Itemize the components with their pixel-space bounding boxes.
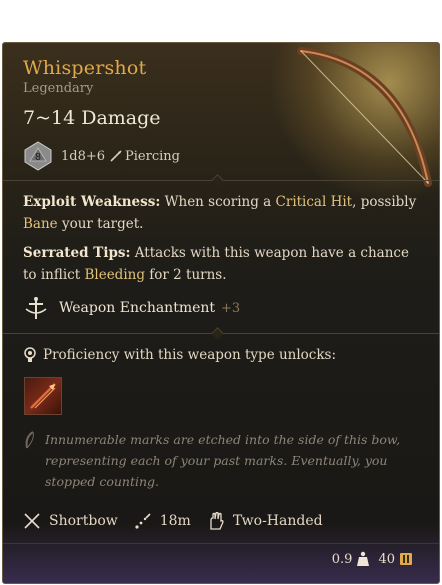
weight-icon: [357, 551, 370, 566]
divider: [3, 174, 439, 187]
exploit-weakness-label: Exploit Weakness:: [23, 194, 161, 210]
enchantment-icon: [25, 297, 47, 319]
gold-icon: [400, 553, 412, 565]
item-name: Whispershot: [23, 57, 147, 79]
weapon-enchantment-row: Weapon Enchantment +3: [23, 295, 240, 321]
proficiency-label: Proficiency with this weapon type unlock…: [43, 347, 337, 363]
item-rarity: Legendary: [23, 81, 94, 96]
two-handed-icon: [210, 512, 224, 530]
weapon-properties-row: Shortbow 18m Two-Handed: [23, 508, 323, 534]
enchantment-value: +3: [221, 300, 241, 316]
item-footer: 0.9 40: [332, 551, 421, 567]
dice-formula: 1d8+6: [61, 148, 106, 164]
dice-face: 8: [35, 152, 41, 163]
proficiency-row: Proficiency with this weapon type unlock…: [23, 347, 336, 363]
item-tooltip: Whispershot Legendary 7~14 Damage 8 1d8+…: [2, 42, 440, 584]
item-weight: 0.9: [331, 551, 353, 567]
weapon-type: Shortbow: [49, 513, 118, 529]
enchantment-label: Weapon Enchantment: [59, 300, 216, 316]
bow-icon: [297, 47, 432, 187]
critical-hit-link[interactable]: Critical Hit: [276, 194, 353, 210]
damage-type: Piercing: [125, 148, 180, 164]
piercing-icon: [110, 150, 122, 162]
shortbow-icon: [24, 513, 40, 529]
lore-text: Innumerable marks are etched into the si…: [45, 432, 401, 489]
serrated-tips-text: Serrated Tips: Attacks with this weapon …: [23, 245, 409, 283]
item-value: 40: [378, 551, 395, 567]
footer-divider: [3, 543, 439, 544]
proficiency-icon: [24, 347, 36, 362]
range-icon: [135, 513, 151, 529]
d8-dice-icon: 8: [24, 141, 52, 171]
lore-quill-icon: [25, 431, 34, 449]
bleeding-link[interactable]: Bleeding: [84, 267, 145, 283]
bane-link[interactable]: Bane: [23, 216, 58, 232]
weapon-range: 18m: [159, 513, 191, 529]
damage-dice-row: 8 1d8+6 Piercing: [23, 141, 180, 171]
arrow-strike-icon: [30, 383, 56, 409]
damage-range: 7~14 Damage: [23, 107, 161, 129]
divider: [3, 327, 439, 340]
weapon-action-icon[interactable]: [24, 377, 62, 415]
serrated-tips-label: Serrated Tips:: [23, 245, 131, 261]
handedness: Two-Handed: [232, 513, 323, 529]
exploit-weakness-text: Exploit Weakness: When scoring a Critica…: [23, 194, 417, 232]
